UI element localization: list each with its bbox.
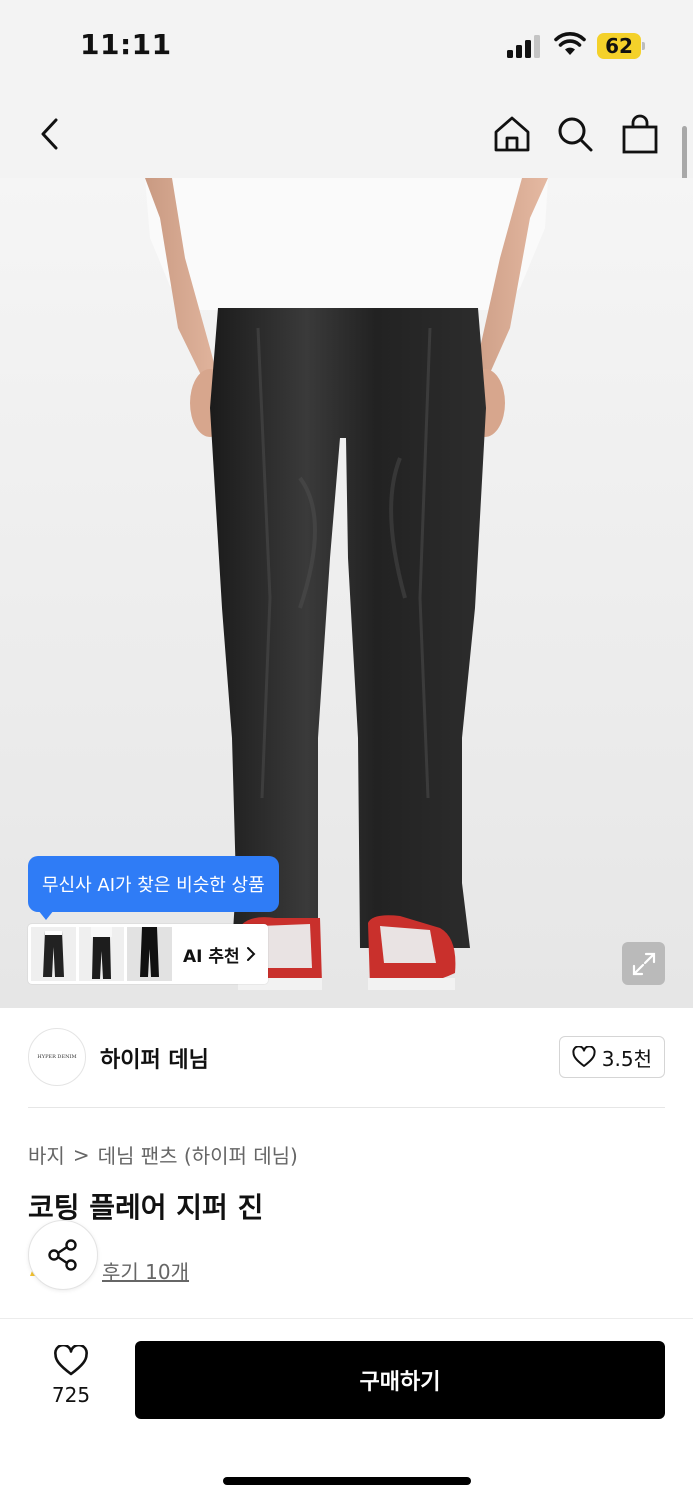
search-button[interactable] bbox=[551, 110, 599, 158]
ai-tooltip-arrow bbox=[38, 910, 54, 920]
breadcrumb-separator: > bbox=[72, 1142, 90, 1167]
chevron-right-icon bbox=[246, 947, 256, 961]
brand-row[interactable]: HYPER DENIM 하이퍼 데님 3.5천 bbox=[28, 1028, 665, 1086]
heart-icon bbox=[54, 1345, 88, 1376]
battery-tip bbox=[642, 42, 645, 50]
brand-name[interactable]: 하이퍼 데님 bbox=[100, 1042, 209, 1074]
shopping-bag-button[interactable] bbox=[616, 110, 664, 158]
top-nav-bar bbox=[0, 92, 693, 178]
buy-button[interactable]: 구매하기 bbox=[135, 1341, 665, 1419]
wifi-icon bbox=[554, 32, 586, 55]
share-icon bbox=[48, 1239, 77, 1271]
ai-similar-tooltip[interactable]: 무신사 AI가 찾은 비슷한 상품 bbox=[28, 856, 279, 912]
ai-recommend-thumbnail[interactable] bbox=[127, 927, 172, 981]
expand-image-button[interactable] bbox=[622, 942, 665, 985]
ai-recommend-thumbnail[interactable] bbox=[31, 927, 76, 981]
breadcrumb-category[interactable]: 바지 bbox=[28, 1140, 65, 1169]
divider bbox=[28, 1107, 665, 1108]
wishlist-count: 725 bbox=[51, 1383, 91, 1407]
battery-indicator: 62 bbox=[597, 33, 645, 59]
search-icon bbox=[558, 117, 593, 152]
share-button[interactable] bbox=[28, 1220, 98, 1290]
brand-like-count: 3.5천 bbox=[601, 1046, 652, 1071]
cellular-signal-icon bbox=[507, 35, 540, 58]
brand-logo-text: HYPER DENIM bbox=[37, 1053, 77, 1060]
breadcrumb-subcategory[interactable]: 데님 팬츠 (하이퍼 데님) bbox=[98, 1140, 298, 1169]
ai-recommend-card[interactable]: AI 추천 bbox=[28, 924, 268, 984]
status-bar: 11:11 62 bbox=[0, 0, 693, 92]
home-icon bbox=[494, 116, 530, 152]
ai-recommend-link[interactable]: AI 추천 bbox=[183, 942, 256, 967]
back-icon bbox=[41, 118, 58, 150]
status-time: 11:11 bbox=[80, 28, 172, 61]
battery-level: 62 bbox=[597, 33, 641, 59]
review-link[interactable]: 후기 10개 bbox=[102, 1256, 189, 1285]
brand-like-button[interactable]: 3.5천 bbox=[558, 1036, 665, 1078]
home-indicator bbox=[223, 1477, 471, 1485]
ai-recommend-thumbnail[interactable] bbox=[79, 927, 124, 981]
brand-logo[interactable]: HYPER DENIM bbox=[28, 1028, 86, 1086]
shopping-bag-icon bbox=[622, 114, 658, 154]
home-button[interactable] bbox=[488, 110, 536, 158]
back-button[interactable] bbox=[26, 110, 74, 158]
ai-recommend-label: AI 추천 bbox=[183, 946, 240, 967]
wishlist-button[interactable]: 725 bbox=[40, 1345, 102, 1407]
breadcrumb: 바지 > 데님 팬츠 (하이퍼 데님) bbox=[28, 1140, 298, 1169]
expand-icon bbox=[632, 952, 655, 975]
heart-icon bbox=[572, 1046, 596, 1067]
bottom-action-bar: 725 구매하기 bbox=[0, 1318, 693, 1500]
